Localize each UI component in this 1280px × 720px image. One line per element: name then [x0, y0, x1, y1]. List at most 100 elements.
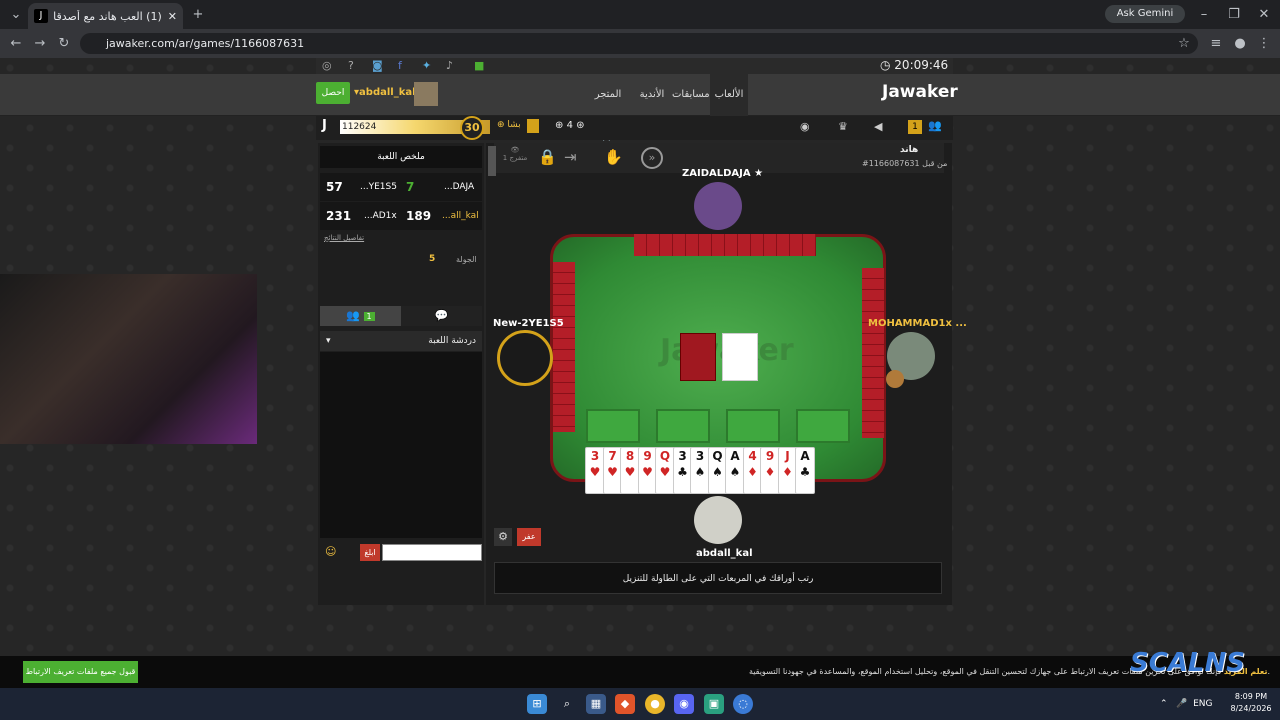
tab-chat[interactable]: 💬 [401, 306, 482, 326]
chat-messages [320, 352, 482, 538]
game-chat-header[interactable]: ▾ دردشة اللعبة [320, 331, 482, 351]
maximize-icon[interactable]: ❐ [1222, 0, 1246, 29]
address-bar[interactable]: jawaker.com/ar/games/1166087631 [80, 33, 1198, 54]
friends-icon[interactable]: 👥 [928, 119, 942, 132]
username[interactable]: ▾abdall_kal [354, 82, 416, 104]
nav-clubs[interactable]: الأندية [636, 74, 668, 116]
scrollbar[interactable] [488, 146, 496, 176]
watermark-logo: SCALNS [1130, 648, 1245, 678]
settings-gear-icon[interactable]: ⚙ [494, 528, 512, 546]
card-suit-icon: ♦ [747, 465, 758, 479]
clock-icon: ◷ [880, 58, 895, 72]
chevron-up-icon[interactable]: ⌃ [1160, 699, 1168, 709]
player-left-avatar[interactable] [497, 330, 553, 386]
chat-input[interactable] [382, 544, 482, 561]
player-bottom-avatar[interactable] [694, 496, 742, 544]
get-button[interactable]: احصل [316, 82, 350, 104]
lock-icon[interactable]: 🔒 [538, 148, 557, 166]
round-value: 5 [429, 254, 436, 264]
player-name: ...all_kal [442, 211, 479, 221]
accept-cookies-button[interactable]: قبول جميع ملفات تعريف الارتباط [23, 661, 138, 683]
discord-icon[interactable]: ◉ [674, 694, 694, 714]
trophy-icon[interactable]: ♛ [838, 120, 848, 133]
tab-online-users[interactable]: 👥 1 [320, 306, 401, 326]
chrome-icon[interactable]: ● [645, 694, 665, 714]
ask-gemini-button[interactable]: Ask Gemini [1105, 5, 1185, 23]
twitter-icon[interactable]: ✦ [422, 59, 431, 72]
spectators-counter[interactable]: 👁 1 متفرج [502, 146, 528, 162]
chat-send-button[interactable]: ابلغ [360, 544, 380, 561]
brave-icon[interactable]: ◆ [615, 694, 635, 714]
back-icon[interactable]: ← [4, 29, 28, 58]
new-tab-icon[interactable]: + [186, 0, 210, 29]
plus-icon: ⊕ [497, 120, 508, 130]
sound-icon[interactable]: ♪ [446, 59, 453, 72]
card-rank: 8 [625, 449, 635, 463]
nav-games[interactable]: الألعاب [710, 74, 748, 116]
spectators-label: 1 متفرج [502, 154, 528, 162]
meld-slot[interactable] [726, 409, 780, 443]
player-left-name: New-2YE1S5 [493, 318, 564, 329]
language-indicator[interactable]: ENG [1193, 699, 1212, 709]
gamepad-icon[interactable]: ■ [474, 59, 484, 72]
rss-icon[interactable]: ◉ [800, 120, 810, 133]
search-icon[interactable]: ⌕ [557, 694, 577, 714]
left-player-cards [553, 262, 575, 432]
browser-tab[interactable]: J (1) العب هاند مع أصدقائك على - ✕ [28, 3, 183, 29]
top-player-cards [634, 234, 816, 256]
close-tab-icon[interactable]: ✕ [168, 10, 177, 23]
minimize-icon[interactable]: – [1192, 0, 1216, 29]
add-coins[interactable]: ⊕ بشا [497, 120, 521, 130]
megaphone-icon[interactable]: ◀ [874, 120, 882, 133]
card-suit-icon: ♠ [712, 465, 723, 479]
close-window-icon[interactable]: ✕ [1252, 0, 1276, 29]
reading-list-icon[interactable]: ≡ [1204, 29, 1228, 58]
card-suit-icon: ♦ [764, 465, 776, 479]
player-top-avatar[interactable] [694, 182, 742, 230]
facebook-icon[interactable]: f [398, 59, 402, 72]
gems-counter[interactable]: ⊕ 4 ⊛ [555, 120, 585, 131]
instagram-icon[interactable]: ◙ [372, 59, 383, 72]
reload-icon[interactable]: ↻ [52, 29, 76, 58]
file-explorer-icon[interactable]: ▦ [586, 694, 606, 714]
forward-icon[interactable]: → [28, 29, 52, 58]
system-tray: ⌃ 🎤 ENG [1160, 688, 1213, 720]
profile-avatar-icon[interactable]: ● [1228, 29, 1252, 58]
score-value: 189 [406, 209, 432, 223]
meld-slot[interactable] [796, 409, 850, 443]
meld-slot[interactable] [586, 409, 640, 443]
card-rank: 3 [678, 449, 687, 463]
help-icon[interactable]: ? [348, 59, 354, 72]
menu-icon[interactable]: ⋮ [1252, 29, 1276, 58]
mic-icon[interactable]: 🎤 [1176, 699, 1187, 709]
meld-slot[interactable] [656, 409, 710, 443]
fast-forward-icon[interactable]: » [641, 147, 663, 169]
card-rank: 3 [695, 449, 705, 463]
app-icon[interactable]: ◌ [733, 694, 753, 714]
card-rank: A [800, 449, 810, 463]
username-label: abdall_kal [359, 87, 416, 98]
nav-tournaments[interactable]: مسابقات [672, 74, 710, 116]
emoji-icon[interactable]: ☺ [325, 545, 336, 558]
exit-icon[interactable]: ⇥ [564, 148, 577, 166]
card-rank: 4 [748, 449, 757, 463]
taskbar-clock[interactable]: 8:09 PM 8/24/2026 [1225, 691, 1277, 715]
discard-pile-card[interactable] [722, 333, 758, 381]
jawaker-logo[interactable]: Jawaker [882, 82, 958, 102]
windows-start-icon[interactable]: ⊞ [527, 694, 547, 714]
nav-store[interactable]: المتجر 🛒 [588, 74, 628, 142]
pass-button[interactable]: عفر [517, 528, 541, 546]
currency-icon: J [322, 118, 327, 133]
globe-icon[interactable]: ◎ [322, 59, 332, 72]
app-icon[interactable]: ▣ [704, 694, 724, 714]
tab-menu-icon[interactable]: ⌄ [4, 0, 28, 29]
deck-card-back[interactable] [680, 333, 716, 381]
hand-card[interactable]: A ♣ [795, 447, 815, 494]
kick-icon[interactable]: ✋ [604, 148, 623, 166]
gems-value: 4 [566, 120, 573, 131]
user-avatar[interactable] [414, 82, 438, 106]
player-name: ...AD1x [364, 211, 397, 221]
score-row: 231 ...AD1x 189 ...all_kal [320, 202, 482, 230]
bookmark-star-icon[interactable]: ☆ [1172, 29, 1196, 58]
score-details-link[interactable]: تفاصيل النتائج [324, 234, 364, 242]
